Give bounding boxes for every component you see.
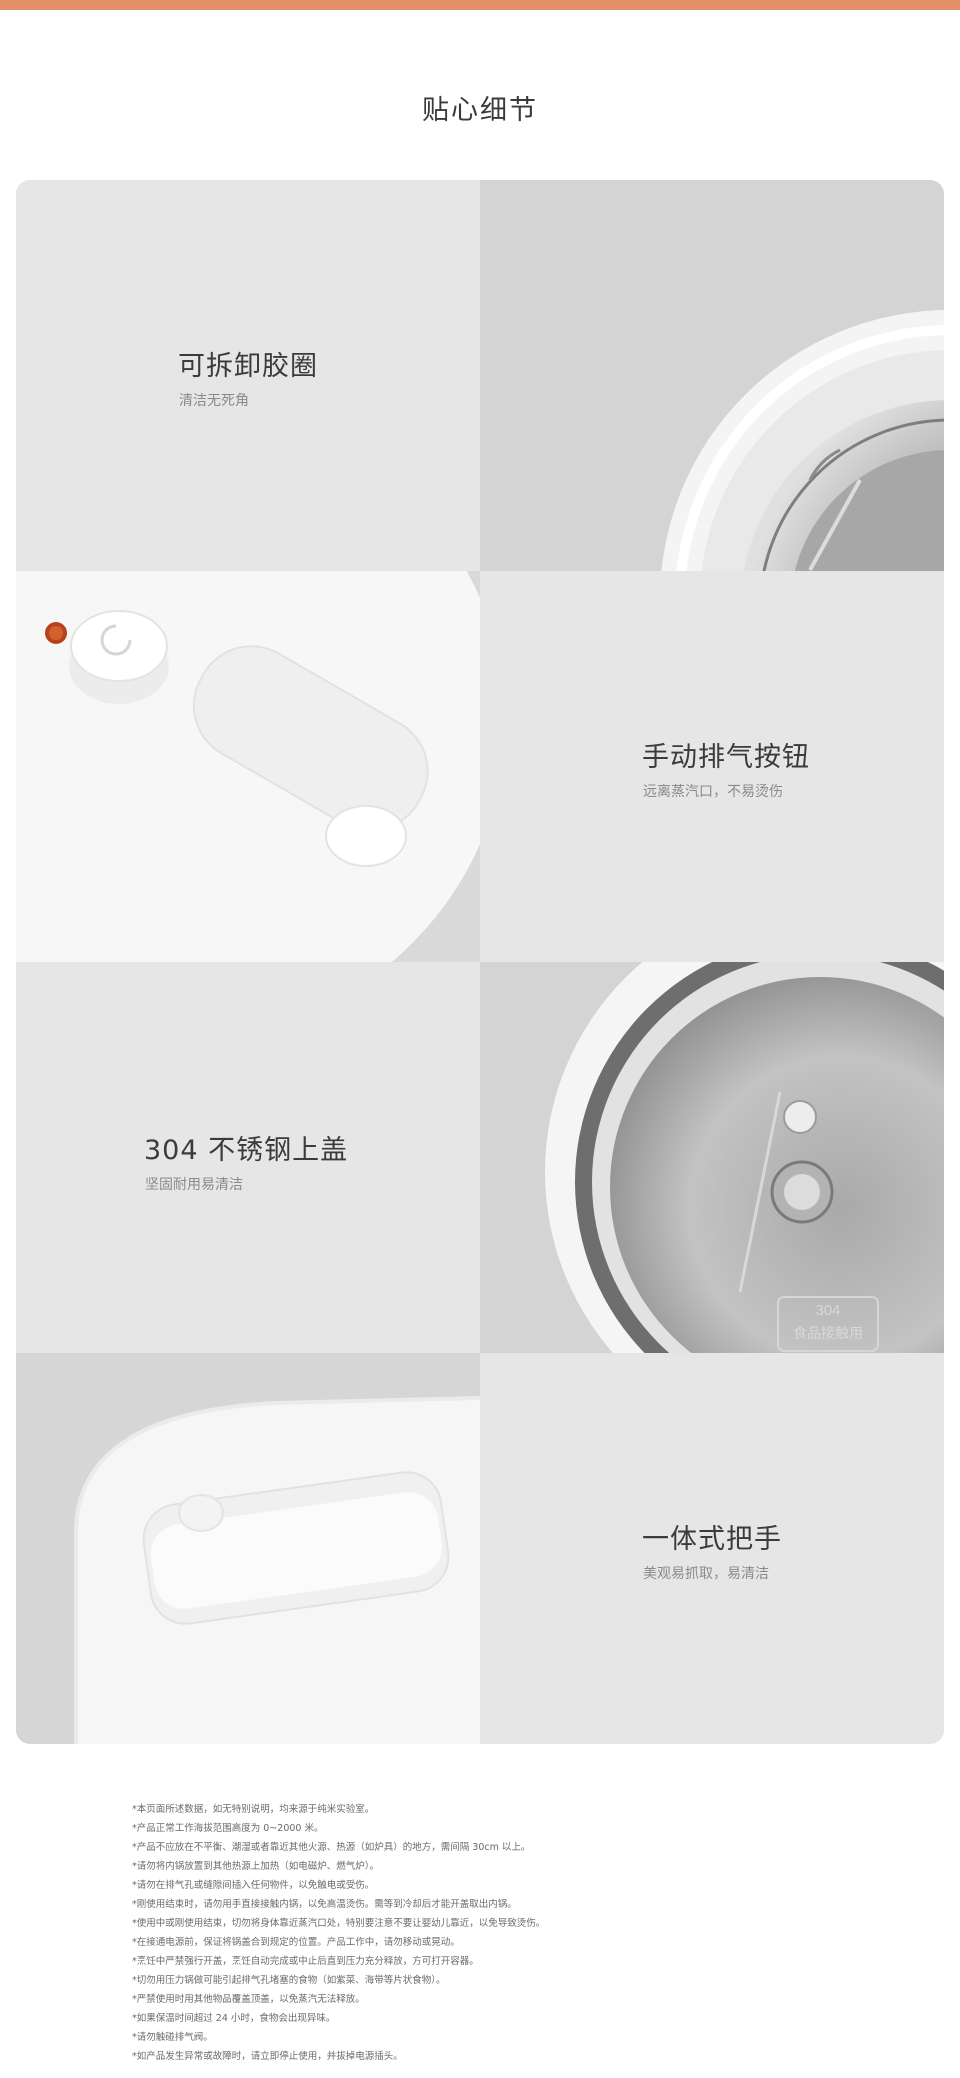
- note-line: *如果保温时间超过 24 小时，食物会出现异味。: [132, 2013, 336, 2024]
- sealing-ring-photo: [480, 180, 944, 571]
- feature-subtitle: 清洁无死角: [179, 393, 249, 409]
- note-line: *请勿将内锅放置到其他热源上加热（如电磁炉、燃气炉）。: [132, 1861, 380, 1872]
- feature-title: 一体式把手: [642, 1524, 782, 1555]
- disclaimer-notes: *本页面所述数据，如无特别说明，均来源于纯米实验室。 *产品正常工作海拔范围高度…: [132, 1800, 832, 2066]
- feature-subtitle: 美观易抓取，易清洁: [643, 1566, 769, 1582]
- feature-title: 304 不锈钢上盖: [144, 1135, 349, 1166]
- feature-card-exhaust-button: 手动排气按钮 远离蒸汽口，不易烫伤: [480, 571, 944, 962]
- note-line: *产品不应放在不平衡、潮湿或者靠近其他火源、热源（如炉具）的地方，需间隔 30c…: [132, 1842, 531, 1853]
- feature-title: 可拆卸胶圈: [178, 351, 318, 382]
- feature-subtitle: 远离蒸汽口，不易烫伤: [643, 784, 783, 800]
- note-line: *请勿触碰排气阀。: [132, 2032, 213, 2043]
- lid-stamp-label: 食品接触用: [793, 1325, 863, 1342]
- note-line: *烹饪中严禁强行开盖，烹饪自动完成或中止后直到压力充分释放，方可打开容器。: [132, 1956, 479, 1967]
- feature-title: 手动排气按钮: [642, 742, 810, 773]
- note-line: *本页面所述数据，如无特别说明，均来源于纯米实验室。: [132, 1804, 375, 1815]
- feature-subtitle: 坚固耐用易清洁: [145, 1177, 243, 1193]
- note-line: *请勿在排气孔或缝隙间插入任何物件，以免触电或受伤。: [132, 1880, 375, 1891]
- note-line: *切勿用压力锅做可能引起排气孔堵塞的食物（如紫菜、海带等片状食物）。: [132, 1975, 446, 1986]
- note-line: *在接通电源前，保证将锅盖合到规定的位置。产品工作中，请勿移动或晃动。: [132, 1937, 460, 1948]
- note-line: *使用中或刚使用结束，切勿将身体靠近蒸汽口处，特别要注意不要让婴幼儿靠近，以免导…: [132, 1918, 546, 1929]
- note-line: *严禁使用时用其他物品覆盖顶盖，以免蒸汽无法释放。: [132, 1994, 365, 2005]
- feature-grid: 可拆卸胶圈 清洁无死角 手动排气按钮 远离蒸汽口，不易烫伤 304 不锈钢上盖 …: [16, 180, 944, 1744]
- accent-top-bar: [0, 0, 960, 10]
- feature-card-steel-lid: 304 不锈钢上盖 坚固耐用易清洁: [16, 962, 480, 1353]
- section-title: 贴心细节: [422, 95, 538, 126]
- note-line: *刚使用结束时，请勿用手直接接触内锅，以免高温烫伤。需等到冷却后才能开盖取出内锅…: [132, 1899, 517, 1910]
- exhaust-button-photo: [16, 571, 480, 962]
- lid-stamp-grade: 304: [815, 1302, 840, 1319]
- steel-lid-photo: 304 食品接触用: [480, 962, 944, 1353]
- note-line: *如产品发生异常或故障时，请立即停止使用，并拔掉电源插头。: [132, 2051, 403, 2062]
- feature-card-sealing-ring: 可拆卸胶圈 清洁无死角: [16, 180, 480, 571]
- note-line: *产品正常工作海拔范围高度为 0~2000 米。: [132, 1823, 324, 1834]
- feature-card-handle: 一体式把手 美观易抓取，易清洁: [480, 1353, 944, 1744]
- handle-photo: [16, 1353, 480, 1744]
